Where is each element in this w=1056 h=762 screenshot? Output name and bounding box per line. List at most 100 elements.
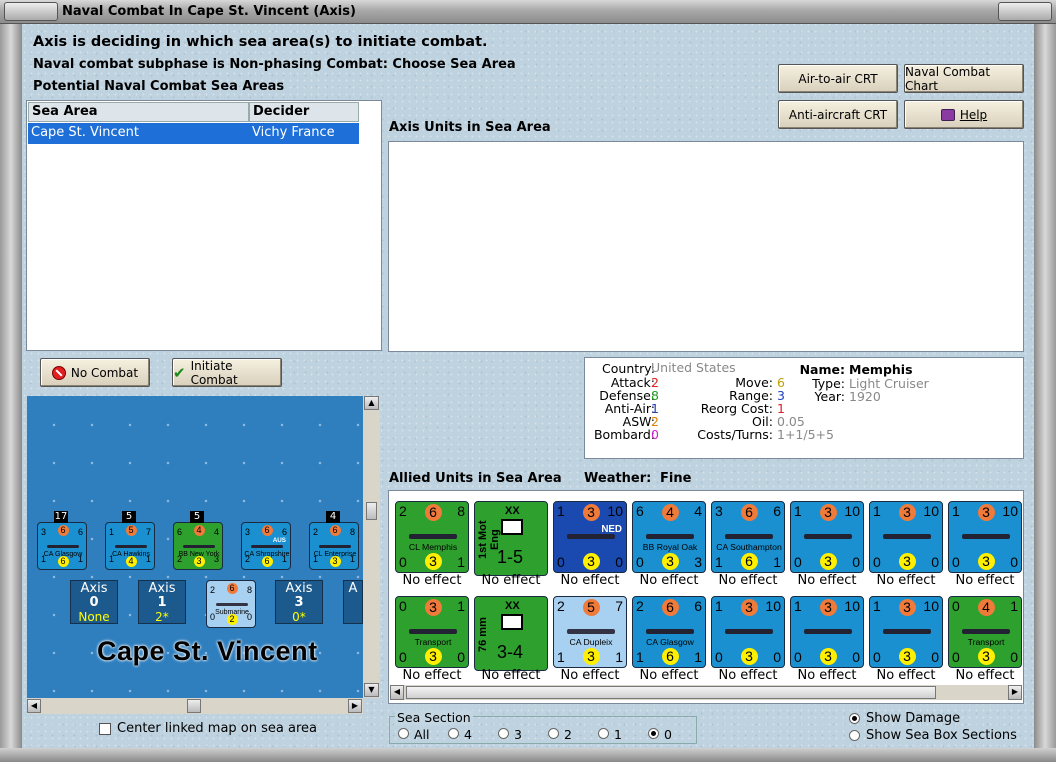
allied-r2-4-asw: 0 (773, 649, 781, 665)
map-stack-4-counter[interactable]: 2 8 6 1 1 3 CL Enterprise (309, 522, 359, 570)
allied-r2-3-name: CA Glasgow (646, 637, 694, 648)
system-menu-button[interactable] (4, 2, 58, 21)
map-stack-0-range: 6 (77, 527, 83, 537)
allied-r1-2-counter[interactable]: 1 10 3 0 0 3 NED (553, 501, 627, 573)
map-scroll-right[interactable]: ▶ (348, 699, 362, 713)
allied-r1-1-status: No effect (481, 573, 541, 588)
show-damage-radio[interactable] (849, 713, 860, 724)
sea-box-0-status: None (78, 610, 110, 624)
col-sea-area[interactable]: Sea Area (28, 102, 249, 122)
allied-r1-5-aa: 0 (794, 554, 802, 570)
allied-scroll-thumb[interactable] (406, 686, 936, 699)
table-row-sea-area[interactable]: Cape St. Vincent (28, 123, 249, 144)
map-vscroll-thumb[interactable] (366, 502, 377, 520)
air-to-air-crt-button[interactable]: Air-to-air CRT (778, 64, 898, 93)
sea-section-radio-All[interactable] (398, 728, 409, 739)
naval-combat-chart-button[interactable]: Naval Combat Chart (904, 64, 1024, 93)
no-combat-button[interactable]: No Combat (40, 358, 150, 387)
allied-r2-5-ship-icon (804, 629, 852, 635)
sea-box-1[interactable]: Axis 1 2* (138, 580, 186, 624)
allied-r2-2-move: 3 (582, 648, 600, 665)
allied-r1-2-ship-icon (567, 534, 615, 540)
sea-section-radio-4[interactable] (448, 728, 459, 739)
sea-section-radio-0[interactable] (648, 728, 659, 739)
show-sections-radio[interactable] (849, 730, 860, 741)
allied-r2-7-counter[interactable]: 0 1 4 0 0 3 Transport (948, 596, 1022, 668)
sea-box-0-number: 0 (89, 595, 99, 610)
allied-r2-2-range: 7 (615, 598, 623, 614)
allied-r2-6-attack: 1 (873, 598, 881, 614)
map-stack-1-ship-icon (115, 544, 147, 548)
sea-box-0[interactable]: Axis 0 None (70, 580, 118, 624)
allied-r1-4-asw: 1 (773, 554, 781, 570)
map-stack-0-counter[interactable]: 3 6 6 1 1 6 CA Glasgow (37, 522, 87, 570)
allied-r1-5-defense: 3 (819, 504, 837, 521)
allied-r1-4-status: No effect (718, 573, 778, 588)
map-hscroll-thumb[interactable] (187, 699, 201, 713)
no-entry-icon (51, 365, 66, 380)
anti-aircraft-crt-button[interactable]: Anti-aircraft CRT (778, 100, 898, 129)
map-stack-3-counter[interactable]: 3 6 6 2 1 6 AUS CA Shropshire (241, 522, 291, 570)
scroll-left-button[interactable]: ◀ (390, 685, 404, 700)
map-vscroll[interactable] (363, 396, 380, 698)
center-map-checkbox[interactable] (99, 723, 111, 735)
map-stack-1-counter[interactable]: 1 7 5 1 1 4 CA Hawkins (105, 522, 155, 570)
allied-r1-7-counter[interactable]: 1 10 3 0 0 3 (948, 501, 1022, 573)
map-stack-3-ship-icon (251, 544, 283, 548)
axis-units-list[interactable] (388, 141, 1024, 352)
allied-r1-6-counter[interactable]: 1 10 3 0 0 3 (869, 501, 943, 573)
allied-r2-1-status: No effect (481, 668, 541, 683)
close-button[interactable] (998, 2, 1052, 21)
allied-r2-3-aa: 1 (636, 649, 644, 665)
allied-r2-7-range: 1 (1010, 598, 1018, 614)
allied-r1-4-aa: 1 (715, 554, 723, 570)
allied-r2-3-counter[interactable]: 2 6 6 1 1 6 CA Glasgow (632, 596, 706, 668)
sea-section-radio-1[interactable] (598, 728, 609, 739)
sea-box-1-status: 2* (155, 610, 169, 624)
sea-box-2[interactable]: Axis 3 0* (275, 580, 323, 624)
allied-r1-6-aa: 0 (873, 554, 881, 570)
scroll-right-button[interactable]: ▶ (1008, 685, 1022, 700)
sea-box-3[interactable]: A (343, 580, 363, 624)
allied-r1-3-counter[interactable]: 6 4 4 0 3 3 BB Royal Oak (632, 501, 706, 573)
year-label: Year: (814, 389, 845, 404)
allied-r2-0-counter[interactable]: 0 1 3 0 0 3 Transport (395, 596, 469, 668)
help-button[interactable]: Help (904, 100, 1024, 129)
allied-r1-1-strength: 1-5 (497, 547, 524, 567)
map-stack-4-attack: 2 (313, 527, 319, 537)
frame-bottom (0, 748, 1056, 762)
sea-section-radio-2[interactable] (548, 728, 559, 739)
map-submarine-counter[interactable]: 2 8 6 0 0 2 Submarine (206, 580, 256, 628)
table-row-decider[interactable]: Vichy France (249, 123, 359, 144)
frame-left (0, 24, 22, 762)
allied-r2-7-aa: 0 (952, 649, 960, 665)
allied-r1-5-counter[interactable]: 1 10 3 0 0 3 (790, 501, 864, 573)
allied-r2-2-counter[interactable]: 2 7 5 1 1 3 CA Dupleix (553, 596, 627, 668)
map-scroll-down[interactable]: ▼ (364, 683, 379, 697)
sea-section-radio-3[interactable] (498, 728, 509, 739)
map-scroll-up[interactable]: ▲ (364, 396, 379, 410)
allied-r1-6-defense: 3 (898, 504, 916, 521)
allied-r2-2-attack: 2 (557, 598, 565, 614)
allied-r1-0-counter[interactable]: 2 8 6 0 1 3 CL Memphis (395, 501, 469, 573)
map-scroll-left[interactable]: ◀ (27, 699, 41, 713)
allied-r2-4-aa: 0 (715, 649, 723, 665)
allied-r2-4-move: 3 (740, 648, 758, 665)
allied-r1-4-counter[interactable]: 3 6 6 1 1 6 CA Southampton (711, 501, 785, 573)
allied-r2-0-defense: 3 (424, 599, 442, 616)
allied-r1-3-range: 4 (694, 503, 702, 519)
allied-r2-4-counter[interactable]: 1 10 3 0 0 3 (711, 596, 785, 668)
map-stack-1-defense: 5 (125, 525, 137, 536)
allied-r1-0-asw: 1 (457, 554, 465, 570)
allied-r1-6-ship-icon (883, 534, 931, 540)
allied-r2-7-status: No effect (955, 668, 1015, 683)
allied-r2-6-counter[interactable]: 1 10 3 0 0 3 (869, 596, 943, 668)
allied-r2-1-land-counter[interactable]: 76 mm XX 3-4 (474, 596, 548, 671)
initiate-combat-button[interactable]: ✔ Initiate Combat (172, 358, 282, 387)
allied-r1-1-land-counter[interactable]: 1st Mot Eng XX 1-5 (474, 501, 548, 576)
allied-r1-5-ship-icon (804, 534, 852, 540)
col-decider[interactable]: Decider (249, 102, 359, 122)
map-stack-2-counter[interactable]: 6 4 4 2 3 3 BB New York (173, 522, 223, 570)
center-map-label: Center linked map on sea area (117, 721, 317, 736)
allied-r2-5-counter[interactable]: 1 10 3 0 0 3 (790, 596, 864, 668)
